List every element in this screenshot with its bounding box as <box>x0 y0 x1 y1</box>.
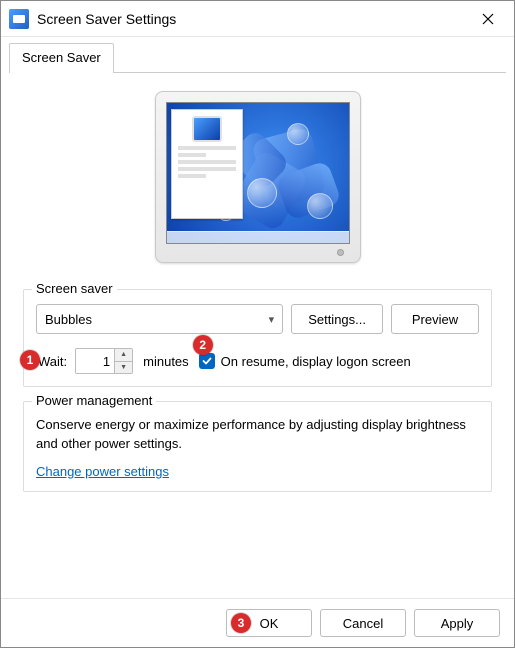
check-icon <box>202 356 212 366</box>
resume-checkbox[interactable] <box>199 353 215 369</box>
close-icon <box>482 13 494 25</box>
app-icon <box>9 9 29 29</box>
screensaver-group: Screen saver Bubbles ▾ Settings... Previ… <box>23 289 492 387</box>
close-button[interactable] <box>470 5 506 33</box>
change-power-settings-link[interactable]: Change power settings <box>36 464 169 479</box>
mini-line <box>178 153 206 157</box>
preview-button[interactable]: Preview <box>391 304 479 334</box>
monitor-led-icon <box>337 249 344 256</box>
annotation-badge-2: 2 <box>193 335 213 355</box>
apply-button[interactable]: Apply <box>414 609 500 637</box>
tabstrip: Screen Saver <box>1 37 514 73</box>
resume-label[interactable]: On resume, display logon screen <box>221 354 411 369</box>
mini-monitor-icon <box>192 116 222 142</box>
preview-monitor-wrap <box>23 91 492 263</box>
wait-input[interactable] <box>76 349 114 373</box>
spinner-up[interactable]: ▲ <box>115 349 132 362</box>
bubble-icon <box>307 193 333 219</box>
annotation-badge-3: 3 <box>231 613 251 633</box>
wait-row: 1 Wait: ▲ ▼ minutes 2 On resume, display… <box>36 348 479 374</box>
bubble-icon <box>247 178 277 208</box>
screensaver-settings-window: Screen Saver Settings Screen Saver <box>0 0 515 648</box>
cancel-button[interactable]: Cancel <box>320 609 406 637</box>
tab-screensaver[interactable]: Screen Saver <box>9 43 114 73</box>
screensaver-dropdown[interactable]: Bubbles ▾ <box>36 304 283 334</box>
window-title: Screen Saver Settings <box>37 11 470 27</box>
power-description: Conserve energy or maximize performance … <box>36 416 479 454</box>
chevron-down-icon: ▾ <box>269 313 275 326</box>
preview-screen <box>166 102 350 244</box>
screensaver-group-label: Screen saver <box>32 281 117 296</box>
preview-taskbar <box>167 231 349 243</box>
minutes-label: minutes <box>143 354 189 369</box>
spinner-down[interactable]: ▼ <box>115 362 132 374</box>
mini-line <box>178 160 236 164</box>
power-management-group: Power management Conserve energy or maxi… <box>23 401 492 492</box>
annotation-badge-1: 1 <box>20 350 40 370</box>
screensaver-picker-row: Bubbles ▾ Settings... Preview <box>36 304 479 334</box>
mini-line <box>178 167 236 171</box>
spinner-arrows: ▲ ▼ <box>114 349 132 373</box>
mini-line <box>178 174 206 178</box>
tab-panel: Screen saver Bubbles ▾ Settings... Previ… <box>9 72 506 598</box>
mini-line <box>178 146 236 150</box>
power-group-label: Power management <box>32 393 156 408</box>
bubble-icon <box>287 123 309 145</box>
settings-button[interactable]: Settings... <box>291 304 383 334</box>
titlebar: Screen Saver Settings <box>1 1 514 37</box>
wait-label: Wait: <box>38 354 67 369</box>
preview-monitor <box>155 91 361 263</box>
dialog-footer: 3 OK Cancel Apply <box>1 598 514 647</box>
screensaver-selected: Bubbles <box>45 312 92 327</box>
preview-mini-dialog <box>171 109 243 219</box>
wait-spinner[interactable]: ▲ ▼ <box>75 348 133 374</box>
